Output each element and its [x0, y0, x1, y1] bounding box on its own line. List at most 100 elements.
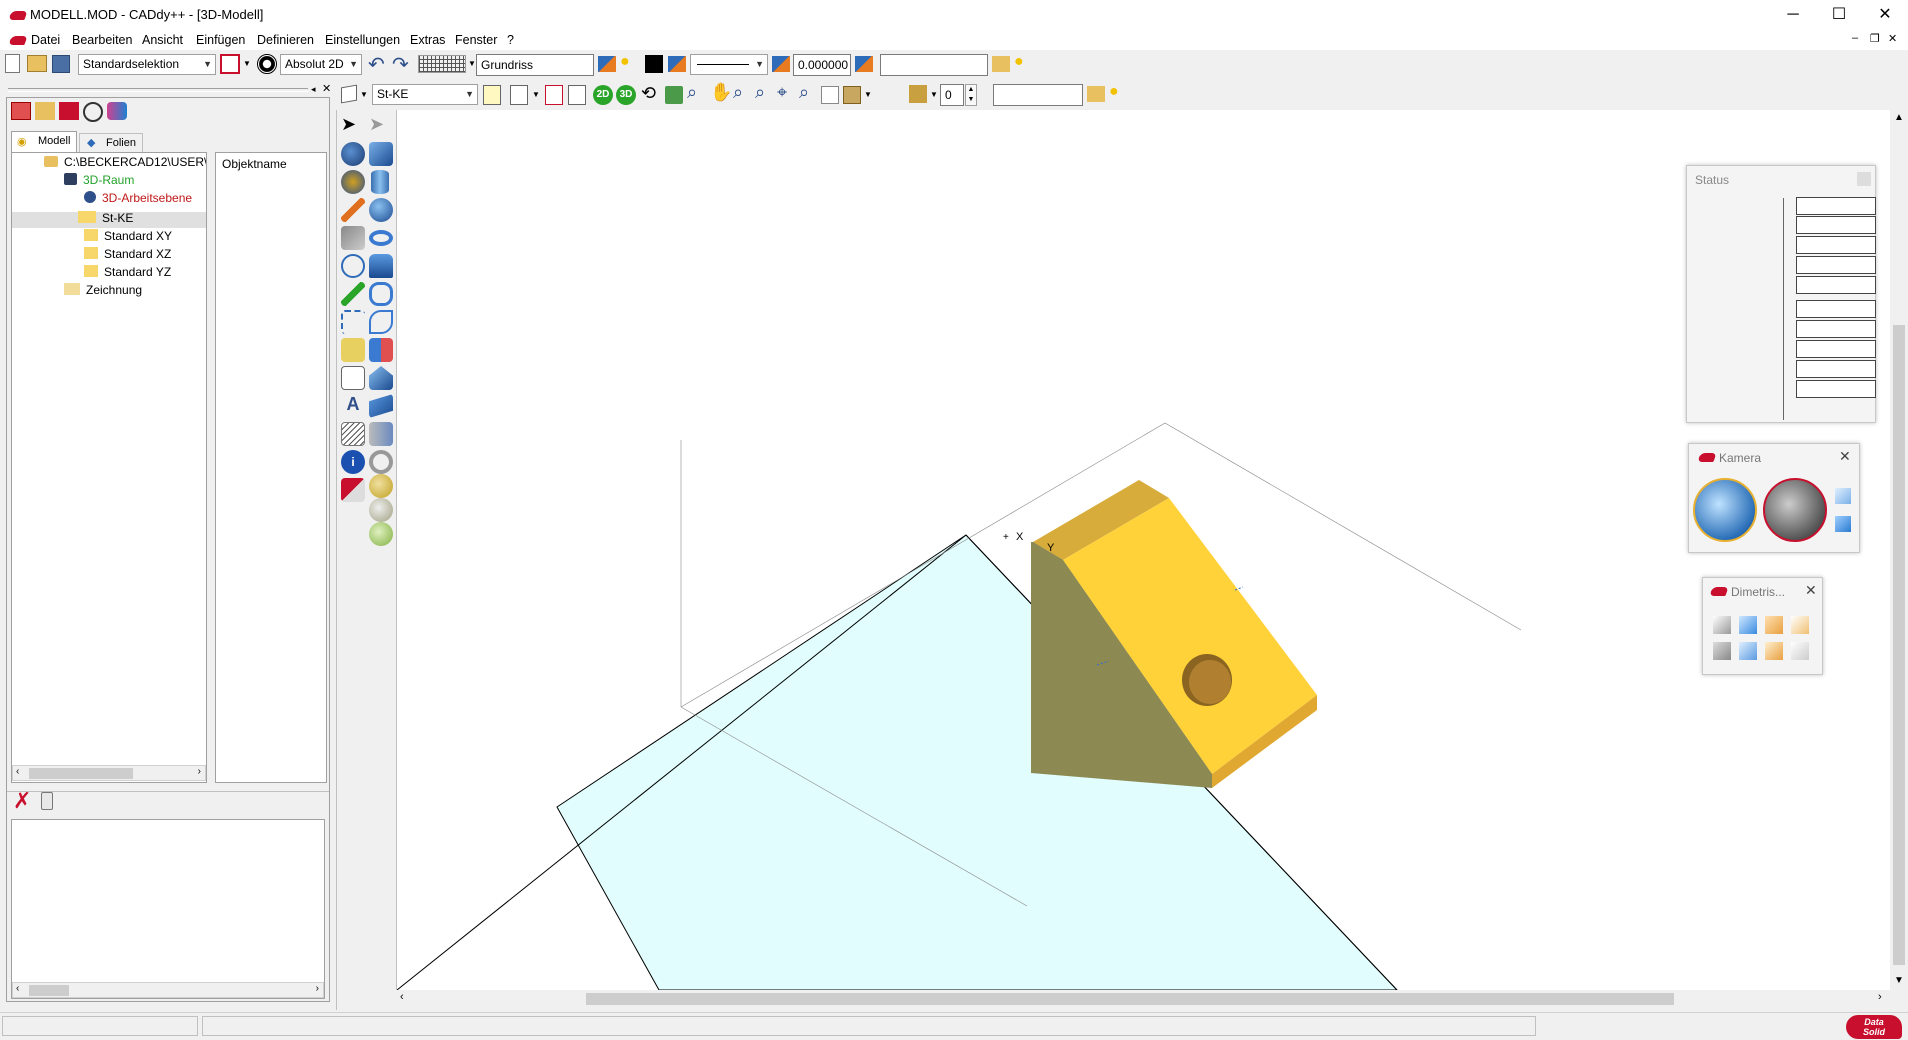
material-tool-icon[interactable]: [369, 498, 393, 522]
status-close-icon[interactable]: [1857, 172, 1871, 186]
plane-light-icon[interactable]: [483, 85, 501, 105]
sphere-tool-icon[interactable]: [341, 142, 365, 166]
rotate-tool-icon[interactable]: [341, 254, 365, 278]
scroll-right-icon[interactable]: ›: [1878, 991, 1882, 1003]
pin-icon[interactable]: ◂: [311, 84, 316, 95]
view-cube-3-icon[interactable]: [1765, 616, 1783, 634]
view-cube-4-icon[interactable]: [1791, 616, 1809, 634]
camera-view-icon[interactable]: [665, 86, 683, 104]
panel-close-icon[interactable]: ✕: [322, 82, 331, 95]
menu-einfuegen[interactable]: Einfügen: [196, 33, 245, 47]
selection-color-icon[interactable]: [220, 54, 240, 74]
panel-tool-1-icon[interactable]: [11, 102, 31, 120]
material-color-icon[interactable]: [909, 85, 927, 103]
sweep-tool-icon[interactable]: [369, 282, 393, 306]
scrollbar-thumb[interactable]: [1893, 325, 1905, 965]
line-width-icon[interactable]: [772, 56, 790, 72]
scroll-up-icon[interactable]: ▲: [1894, 112, 1904, 123]
view-cube-1-icon[interactable]: [1713, 616, 1731, 634]
status-panel-header[interactable]: Status: [1687, 166, 1875, 192]
viewport-vscrollbar[interactable]: ▲ ▼: [1890, 110, 1908, 990]
menu-fenster[interactable]: Fenster: [455, 33, 497, 47]
scrollbar-thumb[interactable]: [586, 993, 1674, 1005]
menu-einstellungen[interactable]: Einstellungen: [325, 33, 400, 47]
tree-scrollbar[interactable]: ‹ ›: [12, 765, 206, 781]
selection-mode-select[interactable]: Standardselektion ▼: [78, 54, 216, 75]
chevron-down-icon[interactable]: ▼: [468, 59, 476, 68]
select-arrow-icon[interactable]: ➤: [341, 114, 356, 135]
view-cube-6-icon[interactable]: [1739, 642, 1757, 660]
scrollbar-thumb[interactable]: [29, 768, 133, 779]
eraser-icon[interactable]: [41, 792, 53, 810]
open-folder-icon[interactable]: [27, 55, 47, 72]
zoom-all-icon[interactable]: ⌖: [777, 82, 787, 103]
people-icon[interactable]: [1087, 86, 1105, 102]
layer-icon[interactable]: [598, 56, 616, 72]
tree-item-zeichnung[interactable]: Zeichnung: [64, 283, 142, 297]
ball-tool-icon[interactable]: [369, 198, 393, 222]
camera-orbit-gray-icon[interactable]: [1763, 478, 1827, 542]
scissors-tool-icon[interactable]: [341, 226, 365, 250]
color-black-icon[interactable]: [645, 55, 663, 73]
tree-item-3d-raum[interactable]: 3D-Raum: [64, 173, 134, 187]
tree-item-standard-yz[interactable]: Standard YZ: [84, 265, 171, 279]
spin-arrows[interactable]: ▲ ▼: [965, 84, 977, 106]
ring-tool-icon[interactable]: [369, 450, 393, 474]
text-tool-icon[interactable]: A: [341, 394, 365, 418]
zoom-out-icon[interactable]: ⌕: [755, 82, 765, 103]
people-icon[interactable]: [992, 56, 1010, 72]
view-cube-5-icon[interactable]: [1713, 642, 1731, 660]
cube-view-icon[interactable]: [1835, 488, 1851, 504]
maximize-button[interactable]: ☐: [1816, 0, 1862, 30]
green-pencil-icon[interactable]: [341, 282, 365, 306]
spin-field[interactable]: 0: [940, 84, 964, 106]
info-icon[interactable]: i: [341, 450, 365, 474]
pyramid-tool-icon[interactable]: [369, 366, 393, 390]
view-3d-button[interactable]: 3D: [616, 85, 636, 105]
viewport-hscrollbar[interactable]: ‹ ›: [396, 990, 1890, 1008]
view-2d-button[interactable]: 2D: [593, 85, 613, 105]
lightbulb-icon[interactable]: ●: [1109, 83, 1119, 101]
doc-logo-icon[interactable]: [8, 36, 28, 45]
light-tool-icon[interactable]: [369, 474, 393, 498]
scroll-right-icon[interactable]: ›: [198, 766, 201, 777]
chevron-down-icon[interactable]: ▼: [930, 90, 938, 99]
helix-tool-icon[interactable]: [369, 310, 393, 334]
line-type-select[interactable]: ▼: [690, 54, 768, 75]
tree-item-standard-xz[interactable]: Standard XZ: [84, 247, 171, 261]
menu-definieren[interactable]: Definieren: [257, 33, 314, 47]
cylinder-tool-icon[interactable]: [371, 170, 389, 194]
extra-field[interactable]: [993, 84, 1083, 106]
chevron-down-icon[interactable]: ▼: [532, 90, 540, 99]
render-box-icon[interactable]: [843, 86, 861, 104]
menu-datei[interactable]: Datei: [31, 33, 60, 47]
grid-icon[interactable]: [418, 55, 466, 73]
panel-tool-3-icon[interactable]: [59, 102, 79, 120]
measure-tool-icon[interactable]: [341, 338, 365, 362]
mdi-close-button[interactable]: ✕: [1888, 32, 1897, 45]
chevron-down-icon[interactable]: ▼: [864, 90, 872, 99]
zoom-in-icon[interactable]: ⌕: [733, 82, 743, 103]
scroll-left-icon[interactable]: ‹: [16, 766, 19, 777]
tree-item-st-ke[interactable]: St-KE: [66, 211, 133, 225]
boolean-tool-icon[interactable]: [369, 338, 393, 362]
edit-plane-icon[interactable]: [545, 85, 563, 105]
menu-bearbeiten[interactable]: Bearbeiten: [72, 33, 132, 47]
panel-tool-2-icon[interactable]: [35, 102, 55, 120]
section-tool-icon[interactable]: [369, 422, 393, 446]
view-cube-7-icon[interactable]: [1765, 642, 1783, 660]
lightbulb-icon[interactable]: ●: [1014, 53, 1024, 71]
mdi-restore-button[interactable]: ❐: [1870, 32, 1880, 45]
plane-e-icon[interactable]: [568, 85, 586, 105]
chevron-down-icon[interactable]: ▼: [243, 59, 251, 68]
delete-icon[interactable]: ✗: [13, 788, 31, 814]
dimetric-close-icon[interactable]: ✕: [1805, 582, 1817, 599]
lightbulb-icon[interactable]: ●: [620, 53, 630, 71]
new-file-icon[interactable]: [5, 54, 20, 73]
menu-help[interactable]: ?: [507, 33, 514, 47]
scroll-left-icon[interactable]: ‹: [16, 983, 19, 994]
line-width-field[interactable]: 0.000000: [793, 54, 851, 76]
panel-tool-5-icon[interactable]: [107, 102, 127, 120]
view-name-field[interactable]: Grundriss: [476, 54, 594, 76]
scroll-down-icon[interactable]: ▼: [1894, 975, 1904, 986]
